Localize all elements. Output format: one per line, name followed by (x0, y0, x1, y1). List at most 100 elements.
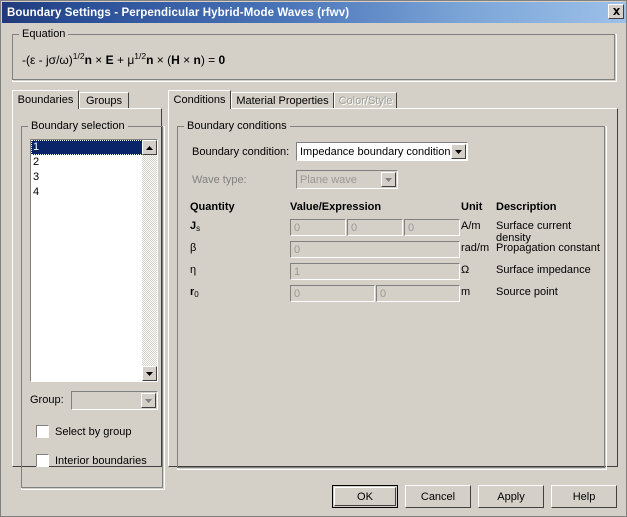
list-item[interactable]: 1 (31, 140, 143, 155)
title-bar: Boundary Settings - Perpendicular Hybrid… (2, 2, 626, 23)
field-js-z-value: 0 (408, 221, 415, 234)
list-item-label: 1 (33, 141, 40, 153)
quantity-beta: β (190, 242, 196, 254)
select-by-group-label: Select by group (55, 425, 132, 438)
equation-vector-H: H (171, 53, 180, 67)
boundary-condition-combo-arrow[interactable] (451, 144, 466, 159)
quantity-beta-symbol: β (190, 242, 197, 254)
boundary-list[interactable]: 1 2 3 4 (30, 139, 158, 382)
scroll-down-button[interactable] (142, 366, 157, 381)
field-js-y: 0 (347, 219, 403, 236)
group-label: Group: (30, 394, 64, 406)
left-tabpanel: Boundary selection 1 2 3 4 Group: Select… (12, 108, 165, 490)
boundary-list-items: 1 2 3 4 (31, 140, 143, 200)
tab-groups[interactable]: Groups (79, 92, 129, 109)
equation-legend: Equation (19, 28, 69, 40)
field-r0-y-value: 0 (380, 287, 387, 300)
field-js-z: 0 (404, 219, 460, 236)
quantity-js: Js (190, 220, 200, 233)
triangle-up-icon (146, 145, 153, 150)
help-button-label: Help (572, 490, 596, 503)
quantity-r0: r0 (190, 286, 199, 299)
chevron-down-icon (455, 149, 462, 154)
group-combo[interactable] (71, 391, 158, 410)
ok-button-label: OK (357, 490, 373, 503)
equation-vector-n3: n (193, 53, 201, 67)
ok-button[interactable]: OK (332, 485, 398, 508)
equation-equals: ) = (200, 53, 219, 67)
description-r0: Source point (496, 286, 558, 298)
unit-beta: rad/m (461, 242, 490, 254)
field-beta: 0 (290, 241, 460, 258)
interior-boundaries-checkbox-row[interactable]: Interior boundaries (36, 454, 147, 467)
field-r0-x: 0 (290, 285, 375, 302)
boundary-condition-value: Impedance boundary condition (300, 145, 451, 158)
field-r0-x-value: 0 (294, 287, 301, 300)
group-combo-arrow[interactable] (141, 393, 156, 408)
select-by-group-checkbox-row[interactable]: Select by group (36, 425, 131, 438)
boundary-list-scrollbar[interactable] (142, 140, 157, 381)
interior-boundaries-checkbox[interactable] (36, 454, 49, 467)
tab-boundaries[interactable]: Boundaries (12, 90, 79, 109)
wave-type-combo: Plane wave (296, 170, 398, 189)
header-description: Description (496, 201, 557, 213)
scroll-up-button[interactable] (142, 140, 157, 155)
quantity-eta: η (190, 264, 196, 276)
tab-material-properties-label: Material Properties (236, 95, 329, 107)
boundary-conditions-legend: Boundary conditions (184, 120, 290, 132)
apply-button[interactable]: Apply (478, 485, 544, 508)
equation-times-1: × (91, 53, 106, 67)
boundary-condition-combo[interactable]: Impedance boundary condition (296, 142, 468, 161)
field-eta-value: 1 (294, 265, 301, 278)
header-unit: Unit (461, 201, 483, 213)
boundary-selection-legend: Boundary selection (28, 120, 128, 132)
equation-times-2: × ( (153, 53, 172, 67)
tab-conditions-label: Conditions (173, 94, 226, 106)
header-quantity: Quantity (190, 201, 235, 213)
tab-material-properties[interactable]: Material Properties (231, 92, 334, 109)
close-button[interactable] (608, 4, 624, 19)
field-r0-y: 0 (376, 285, 460, 302)
field-js-x: 0 (290, 219, 346, 236)
wave-type-combo-arrow (381, 172, 396, 187)
right-tabpanel: Boundary conditions Boundary condition: … (168, 108, 618, 470)
equation-expression: -(ε - jσ/ω)1/2n × E + μ1/2n × (H × n) = … (22, 51, 225, 67)
boundary-selection-group: Boundary selection 1 2 3 4 Group: Select… (21, 120, 165, 490)
tab-groups-label: Groups (85, 95, 123, 107)
chevron-down-icon (145, 398, 152, 403)
equation-vector-E: E (105, 53, 114, 67)
header-value: Value/Expression (290, 201, 382, 213)
list-item[interactable]: 3 (31, 170, 143, 185)
list-item[interactable]: 2 (31, 155, 143, 170)
help-button[interactable]: Help (551, 485, 617, 508)
wave-type-label: Wave type: (192, 174, 247, 186)
select-by-group-checkbox[interactable] (36, 425, 49, 438)
list-item-label: 3 (33, 171, 40, 183)
boundary-settings-dialog: Boundary Settings - Perpendicular Hybrid… (0, 0, 627, 517)
field-js-y-value: 0 (351, 221, 358, 234)
right-tabstrip: Conditions Material Properties Color/Sty… (168, 90, 618, 109)
list-item[interactable]: 4 (31, 185, 143, 200)
interior-boundaries-label: Interior boundaries (55, 454, 147, 467)
boundary-conditions-group: Boundary conditions Boundary condition: … (177, 120, 607, 470)
list-item-label: 2 (33, 156, 40, 168)
triangle-down-icon (146, 371, 153, 376)
apply-button-label: Apply (497, 490, 525, 503)
field-eta: 1 (290, 263, 460, 280)
quantity-eta-symbol: η (190, 264, 197, 276)
equation-plus: + (113, 53, 128, 67)
tab-conditions[interactable]: Conditions (168, 90, 231, 109)
field-beta-value: 0 (294, 243, 301, 256)
unit-js: A/m (461, 220, 481, 232)
tab-color-style: Color/Style (334, 92, 397, 109)
group-row: Group: (30, 391, 158, 410)
field-js-x-value: 0 (294, 221, 301, 234)
close-icon (612, 7, 620, 15)
description-beta: Propagation constant (496, 242, 600, 254)
quantity-r0-sub: 0 (194, 290, 199, 299)
cancel-button[interactable]: Cancel (405, 485, 471, 508)
equation-part-1: -(ε - jσ/ω) (22, 53, 73, 67)
description-js: Surface current density (496, 220, 572, 244)
left-tabstrip: Boundaries Groups (12, 90, 162, 109)
wave-type-value: Plane wave (300, 173, 357, 186)
